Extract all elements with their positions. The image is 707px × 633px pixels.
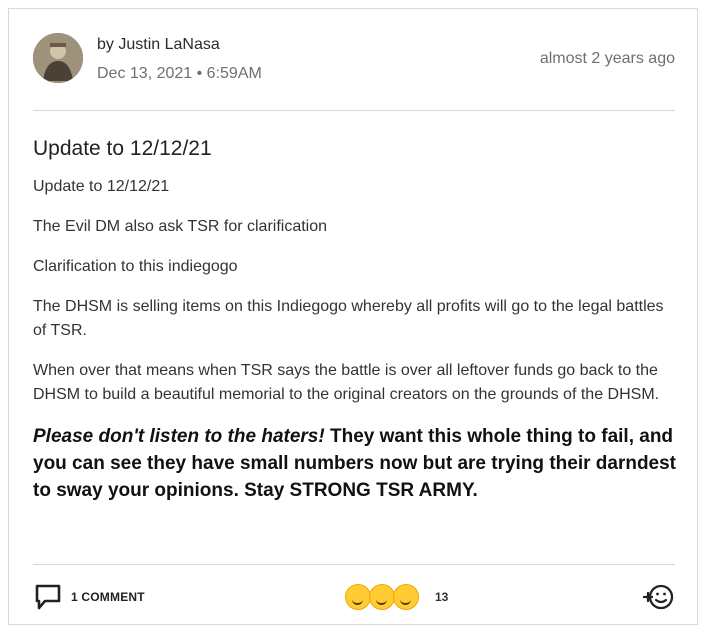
post-footer: 1 COMMENT 13 <box>33 577 675 617</box>
footer-divider <box>33 564 675 565</box>
emphasis-paragraph: Please don't listen to the haters! They … <box>33 423 681 504</box>
smiling-emoji-icon <box>369 584 395 610</box>
paragraph-3: Clarification to this indiegogo <box>33 258 238 275</box>
thinking-emoji-icon <box>393 584 419 610</box>
emphasis-italic-text: Please don't listen to the haters! <box>33 426 325 447</box>
avatar-image <box>33 33 83 83</box>
author-avatar[interactable] <box>33 33 83 83</box>
laughing-emoji-icon <box>345 584 371 610</box>
post-title: Update to 12/12/21 <box>33 137 212 160</box>
post-body: Update to 12/12/21 Update to 12/12/21 Th… <box>33 137 681 504</box>
paragraph-4: The DHSM is selling items on this Indieg… <box>33 298 664 339</box>
paragraph-1: Update to 12/12/21 <box>33 178 170 195</box>
relative-time: almost 2 years ago <box>539 50 675 67</box>
paragraph-2: The Evil DM also ask TSR for clarificati… <box>33 218 328 235</box>
add-reaction-icon[interactable] <box>641 580 675 614</box>
update-card: by Justin LaNasa Dec 13, 2021 • 6:59AM a… <box>8 8 698 625</box>
comment-count-label: 1 COMMENT <box>71 590 145 604</box>
comment-icon <box>35 584 61 610</box>
comments-button[interactable]: 1 COMMENT <box>33 580 145 614</box>
post-header: by Justin LaNasa Dec 13, 2021 • 6:59AM a… <box>33 33 675 89</box>
post-date: Dec 13, 2021 • 6:59AM <box>97 65 262 82</box>
author-name[interactable]: by Justin LaNasa <box>97 36 220 54</box>
paragraph-5: When over that means when TSR says the b… <box>33 362 660 403</box>
reactions-summary[interactable]: 13 <box>345 581 448 613</box>
header-divider <box>33 110 675 111</box>
reaction-count: 13 <box>435 590 449 604</box>
